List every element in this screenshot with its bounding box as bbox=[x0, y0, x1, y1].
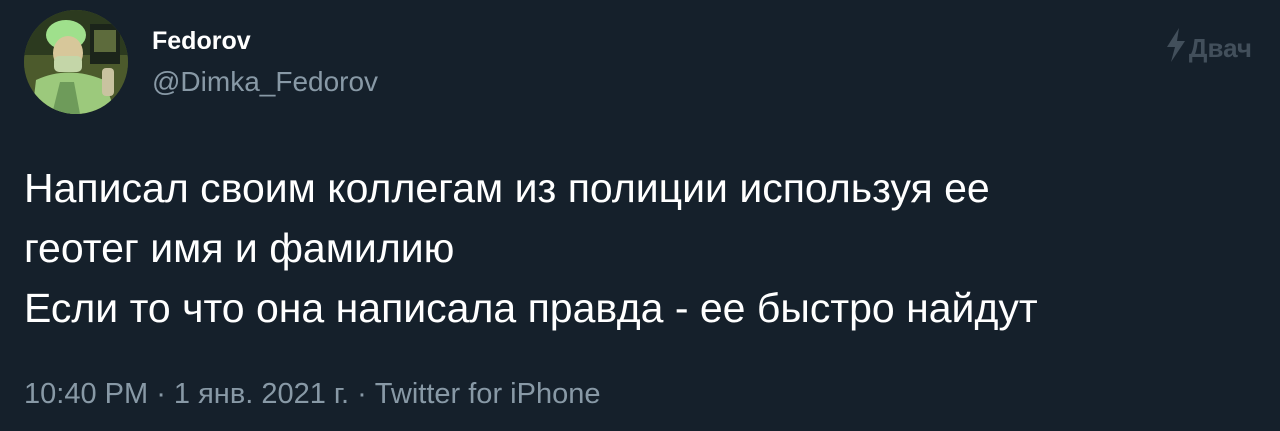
meta-separator: · bbox=[349, 378, 375, 410]
tweet-metadata: 10:40 PM · 1 янв. 2021 г. · Twitter for … bbox=[24, 376, 600, 412]
display-name[interactable]: Fedorov bbox=[152, 26, 251, 56]
user-handle[interactable]: @Dimka_Fedorov bbox=[152, 66, 378, 98]
lightning-bolt-icon bbox=[1165, 28, 1187, 67]
tweet-source[interactable]: Twitter for iPhone bbox=[375, 378, 601, 410]
avatar[interactable] bbox=[24, 10, 128, 114]
dvach-watermark: Двач bbox=[1165, 28, 1252, 67]
tweet-text: Написал своим коллегам из полиции исполь… bbox=[24, 165, 1038, 331]
tweet-card[interactable]: Fedorov @Dimka_Fedorov Двач Написал свои… bbox=[0, 0, 1280, 431]
tweet-date[interactable]: 1 янв. 2021 г. bbox=[174, 378, 349, 410]
meta-separator: · bbox=[148, 378, 174, 410]
tweet-time[interactable]: 10:40 PM bbox=[24, 378, 148, 410]
watermark-text: Двач bbox=[1188, 32, 1252, 63]
